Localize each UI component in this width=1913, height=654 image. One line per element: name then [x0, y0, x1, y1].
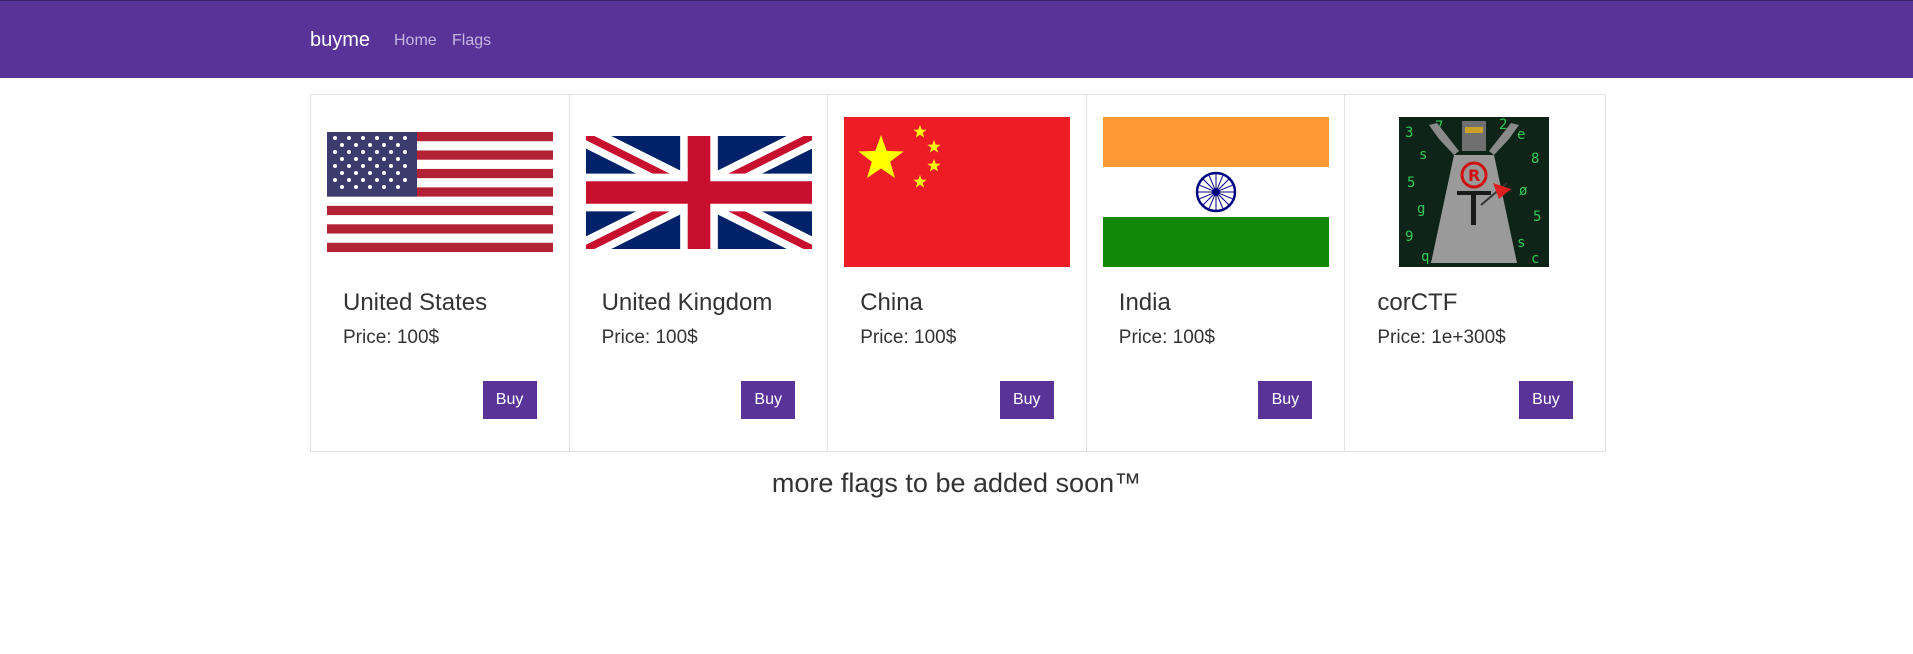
svg-text:5: 5 — [1407, 175, 1415, 191]
svg-text:q: q — [1421, 249, 1429, 265]
buy-button-china[interactable]: Buy — [999, 381, 1054, 419]
us-flag-icon — [327, 117, 553, 267]
nav-link-home[interactable]: Home — [394, 32, 437, 50]
brand-link[interactable]: buyme — [310, 29, 370, 52]
svg-text:3: 3 — [1405, 125, 1413, 141]
flag-name: United Kingdom — [601, 289, 773, 316]
china-flag-icon — [844, 117, 1071, 267]
flag-price: Price: 1e+300$ — [1377, 327, 1506, 348]
svg-text:g: g — [1417, 201, 1425, 217]
corctf-flag-icon: 3s5 g9q e8ø 5sc 72 R — [1361, 117, 1587, 267]
uk-flag-icon — [585, 117, 812, 267]
flag-card-corctf: 3s5 g9q e8ø 5sc 72 R corCTF Price — [1345, 95, 1605, 451]
svg-text:R: R — [1468, 166, 1480, 185]
buy-button-united-kingdom[interactable]: Buy — [741, 381, 796, 419]
svg-text:c: c — [1531, 251, 1539, 267]
svg-text:s: s — [1517, 235, 1525, 251]
nav-link-flags[interactable]: Flags — [452, 32, 491, 50]
flag-price: Price: 100$ — [1118, 327, 1215, 348]
svg-text:5: 5 — [1533, 209, 1541, 225]
more-flags-note: more flags to be added soon™ — [771, 468, 1142, 498]
flag-name: China — [860, 289, 923, 316]
flag-card-china: China Price: 100$ Buy — [828, 95, 1087, 451]
flag-name: India — [1118, 289, 1171, 316]
flag-name: United States — [343, 289, 488, 316]
flag-grid: United States Price: 100$ Buy United Kin… — [310, 94, 1606, 452]
flag-card-united-kingdom: United Kingdom Price: 100$ Buy — [570, 95, 829, 451]
flag-card-india: India Price: 100$ Buy — [1087, 95, 1346, 451]
svg-text:s: s — [1419, 147, 1427, 163]
svg-text:ø: ø — [1519, 183, 1528, 199]
svg-text:8: 8 — [1531, 151, 1539, 167]
buy-button-india[interactable]: Buy — [1258, 381, 1313, 419]
svg-text:9: 9 — [1405, 229, 1413, 245]
buy-button-united-states[interactable]: Buy — [482, 381, 537, 419]
buy-button-corctf[interactable]: Buy — [1518, 381, 1573, 419]
flag-card-united-states: United States Price: 100$ Buy — [311, 95, 570, 451]
flag-name: corCTF — [1377, 289, 1458, 316]
flag-price: Price: 100$ — [860, 327, 957, 348]
india-flag-icon — [1102, 117, 1329, 267]
top-navbar: buyme Home Flags — [0, 0, 1913, 78]
flag-price: Price: 100$ — [601, 327, 698, 348]
svg-text:e: e — [1517, 127, 1525, 143]
flag-price: Price: 100$ — [343, 327, 440, 348]
